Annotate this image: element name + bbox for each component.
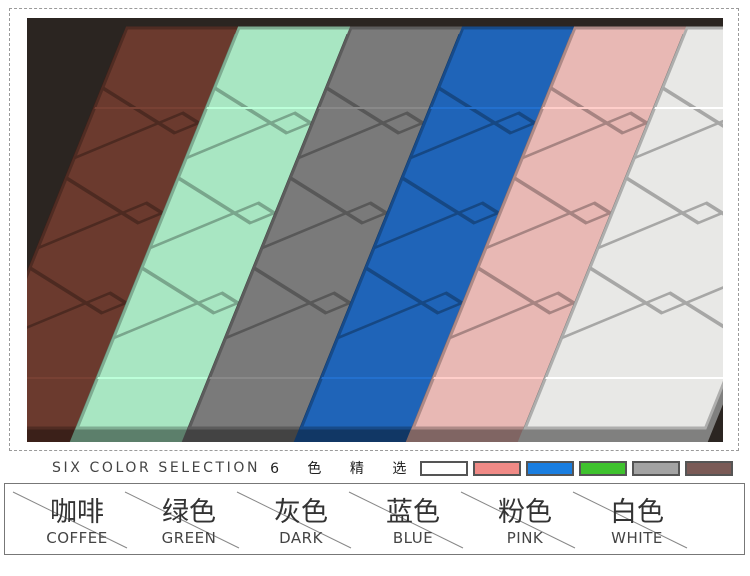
color-names-panel: 咖啡 COFFEE 绿色 GREEN 灰色 DARK 蓝色 BLUE 粉色 PINK 白色 WHITE bbox=[4, 483, 745, 555]
selection-label: SIX COLOR SELECTION bbox=[52, 460, 261, 476]
color-name-en: GREEN bbox=[161, 529, 217, 547]
color-name-en: COFFEE bbox=[46, 529, 108, 547]
swatch-green bbox=[579, 460, 628, 476]
swatch-white bbox=[420, 460, 469, 476]
swatch-gray bbox=[632, 460, 681, 476]
color-name-cn: 蓝色 bbox=[386, 497, 440, 528]
color-name-green: 绿色 GREEN bbox=[124, 484, 245, 554]
color-name-en: WHITE bbox=[611, 529, 663, 547]
color-name-coffee: 咖啡 COFFEE bbox=[12, 484, 133, 554]
swatch-blue bbox=[526, 460, 575, 476]
swatch-list bbox=[420, 460, 738, 476]
color-selection-row: SIX COLOR SELECTION 6 色 精 选 bbox=[52, 458, 738, 478]
color-name-white: 白色 WHITE bbox=[572, 484, 693, 554]
color-name-blue: 蓝色 BLUE bbox=[348, 484, 469, 554]
swatch-pink bbox=[473, 460, 522, 476]
product-photo bbox=[27, 18, 723, 442]
color-name-cn: 绿色 bbox=[162, 497, 216, 528]
swatch-coffee bbox=[685, 460, 734, 476]
color-name-pink: 粉色 PINK bbox=[460, 484, 581, 554]
color-name-en: BLUE bbox=[392, 529, 434, 547]
color-name-dark: 灰色 DARK bbox=[236, 484, 357, 554]
selection-count: 6 色 精 选 bbox=[270, 461, 419, 477]
color-name-en: DARK bbox=[279, 529, 323, 547]
color-name-cn: 白色 bbox=[610, 497, 664, 528]
color-name-en: PINK bbox=[506, 529, 544, 547]
color-name-cn: 粉色 bbox=[498, 497, 552, 528]
color-name-cn: 灰色 bbox=[274, 497, 328, 528]
color-name-cn: 咖啡 bbox=[50, 497, 104, 528]
